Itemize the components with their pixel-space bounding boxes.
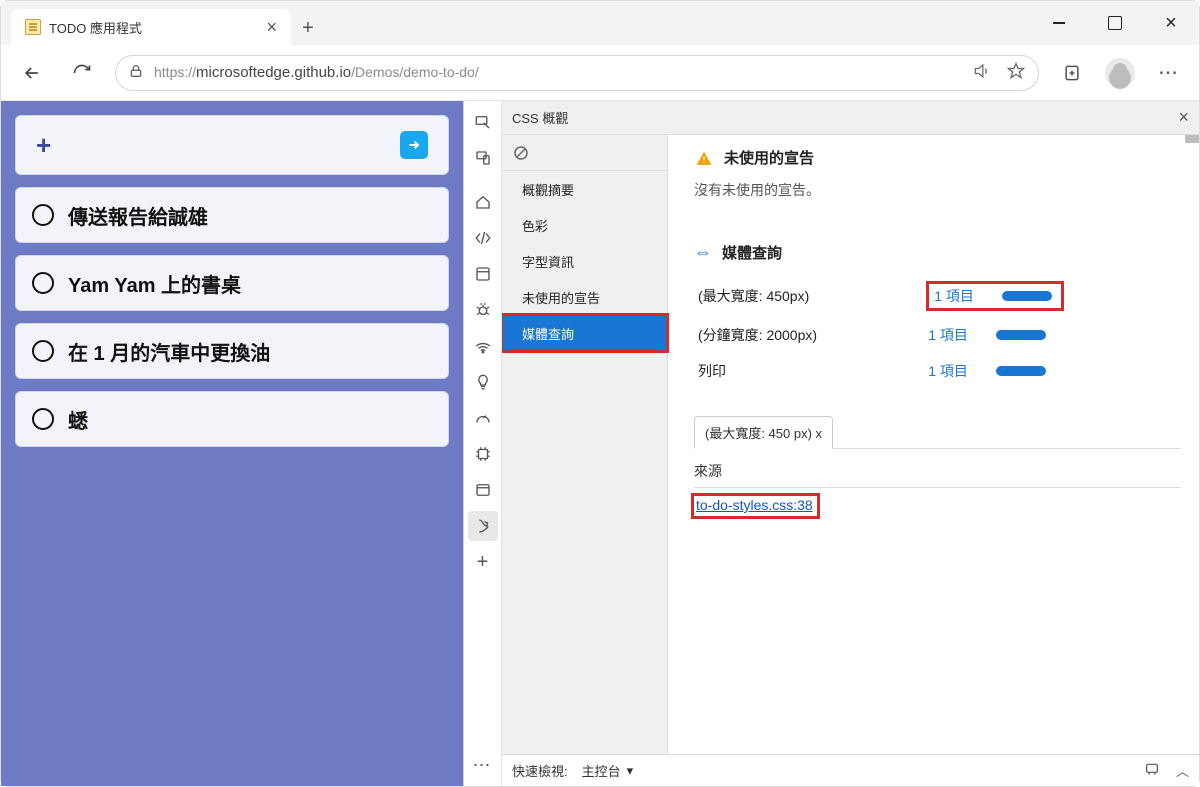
tab-strip: TODO 應用程式 × + ×: [1, 1, 1199, 45]
checkbox-icon[interactable]: [32, 340, 54, 362]
close-panel-icon[interactable]: ×: [1178, 107, 1189, 128]
checkbox-icon[interactable]: [32, 272, 54, 294]
panel-title: CSS 概觀: [512, 108, 568, 127]
mq-bar: [1002, 291, 1052, 301]
sidebar-item-colors[interactable]: 色彩: [502, 207, 667, 243]
drawer-issues-icon[interactable]: [1144, 761, 1160, 780]
mq-count[interactable]: 1 項目: [928, 363, 968, 379]
media-query-table: (最大寬度: 450px) 1 項目 (分鐘寬度: 2000px) 1 項目 列…: [694, 275, 1181, 389]
tab-title: TODO 應用程式: [49, 18, 142, 37]
media-heading: 媒體查詢: [722, 242, 782, 263]
browser-tab[interactable]: TODO 應用程式 ×: [11, 9, 291, 45]
mq-bar: [996, 366, 1046, 376]
warning-icon: [694, 148, 714, 168]
sidebar-item-media-queries[interactable]: 媒體查詢: [502, 315, 667, 351]
unused-text: 沒有未使用的宣告。: [694, 180, 1181, 200]
unused-heading: 未使用的宣告: [724, 147, 814, 168]
todo-item[interactable]: 傳送報告給誠雄: [15, 187, 449, 243]
mq-count[interactable]: 1 項目: [928, 327, 968, 343]
window-controls: ×: [1031, 1, 1199, 45]
todo-label: 傳送報告給誠雄: [68, 201, 208, 230]
css-overview-sidebar: 概觀摘要 色彩 字型資訊 未使用的宣告 媒體查詢: [502, 135, 668, 754]
mq-name: (最大寬度: 450px): [694, 275, 924, 317]
quickview-label: 快速檢視:: [512, 761, 568, 780]
todo-label: 蟋: [68, 405, 88, 434]
clear-overview-icon[interactable]: [502, 135, 667, 171]
clipboard-icon: [25, 19, 41, 35]
source-link[interactable]: to-do-styles.css:38: [694, 496, 817, 516]
bug-icon[interactable]: [468, 295, 498, 325]
todo-item[interactable]: 蟋: [15, 391, 449, 447]
refresh-button[interactable]: [65, 56, 99, 90]
collections-icon[interactable]: [1055, 56, 1089, 90]
mq-name: (分鐘寬度: 2000px): [694, 317, 924, 353]
device-icon[interactable]: [468, 143, 498, 173]
minimize-icon[interactable]: [1031, 1, 1087, 45]
scrollbar-thumb[interactable]: [1185, 135, 1199, 143]
todo-label: Yam Yam 上的書桌: [68, 269, 241, 298]
checkbox-icon[interactable]: [32, 204, 54, 226]
panel-title-bar: CSS 概觀 ×: [502, 101, 1199, 135]
performance-icon[interactable]: [468, 403, 498, 433]
url-text: https://microsoftedge.github.io/Demos/de…: [154, 64, 479, 81]
window-close-icon[interactable]: ×: [1143, 1, 1199, 45]
devtools-more-icon[interactable]: ⋯: [473, 755, 493, 786]
drawer-tab-console[interactable]: 主控台 ▾: [582, 761, 634, 780]
app-page: + 傳送報告給誠雄 Yam Yam 上的書桌 在 1 月的汽車中更換油 蟋: [1, 101, 463, 786]
todo-item[interactable]: 在 1 月的汽車中更換油: [15, 323, 449, 379]
sources-icon[interactable]: [468, 259, 498, 289]
network-icon[interactable]: [468, 331, 498, 361]
favorite-icon[interactable]: [1006, 61, 1026, 85]
lock-icon: [128, 63, 144, 83]
address-bar[interactable]: https://microsoftedge.github.io/Demos/de…: [115, 55, 1039, 91]
todo-item[interactable]: Yam Yam 上的書桌: [15, 255, 449, 311]
source-heading: 來源: [694, 461, 1181, 488]
todo-label: 在 1 月的汽車中更換油: [68, 337, 270, 366]
mq-count[interactable]: 1 項目: [934, 286, 974, 306]
more-menu[interactable]: ⋯: [1151, 56, 1185, 90]
sidebar-item-unused[interactable]: 未使用的宣告: [502, 279, 667, 315]
new-tab-button[interactable]: +: [291, 11, 325, 45]
breadcrumb-chip[interactable]: (最大寬度: 450 px) x: [694, 416, 833, 449]
mq-bar: [996, 330, 1046, 340]
css-overview-icon[interactable]: [468, 511, 498, 541]
close-tab-icon[interactable]: ×: [266, 18, 277, 36]
sidebar-item-summary[interactable]: 概觀摘要: [502, 171, 667, 207]
submit-button[interactable]: [400, 131, 428, 159]
profile-avatar[interactable]: [1105, 58, 1135, 88]
detail-breadcrumb: (最大寬度: 450 px) x: [694, 415, 1181, 449]
mq-name: 列印: [694, 353, 924, 389]
devtools-drawer: 快速檢視: 主控台 ▾ ︿: [502, 754, 1199, 786]
read-aloud-icon[interactable]: [972, 61, 992, 85]
inspect-icon[interactable]: [468, 107, 498, 137]
welcome-icon[interactable]: [468, 187, 498, 217]
elements-icon[interactable]: [468, 223, 498, 253]
devtools-tool-rail: + ⋯: [464, 101, 502, 786]
chevron-up-icon[interactable]: ︿: [1176, 761, 1189, 780]
back-button[interactable]: [15, 56, 49, 90]
maximize-icon[interactable]: [1087, 1, 1143, 45]
add-tool-icon[interactable]: +: [468, 547, 498, 577]
lightbulb-icon[interactable]: [468, 367, 498, 397]
application-icon[interactable]: [468, 475, 498, 505]
resize-icon: ⇔: [694, 242, 712, 263]
css-overview-content: 未使用的宣告 沒有未使用的宣告。 ⇔ 媒體查詢: [668, 135, 1199, 754]
browser-toolbar: https://microsoftedge.github.io/Demos/de…: [1, 45, 1199, 101]
checkbox-icon[interactable]: [32, 408, 54, 430]
devtools-panel: + ⋯ CSS 概觀 × 概觀: [463, 101, 1199, 786]
plus-icon: +: [36, 130, 51, 161]
new-todo-input[interactable]: +: [15, 115, 449, 175]
sidebar-item-fonts[interactable]: 字型資訊: [502, 243, 667, 279]
chevron-down-icon: ▾: [627, 763, 634, 779]
memory-icon[interactable]: [468, 439, 498, 469]
